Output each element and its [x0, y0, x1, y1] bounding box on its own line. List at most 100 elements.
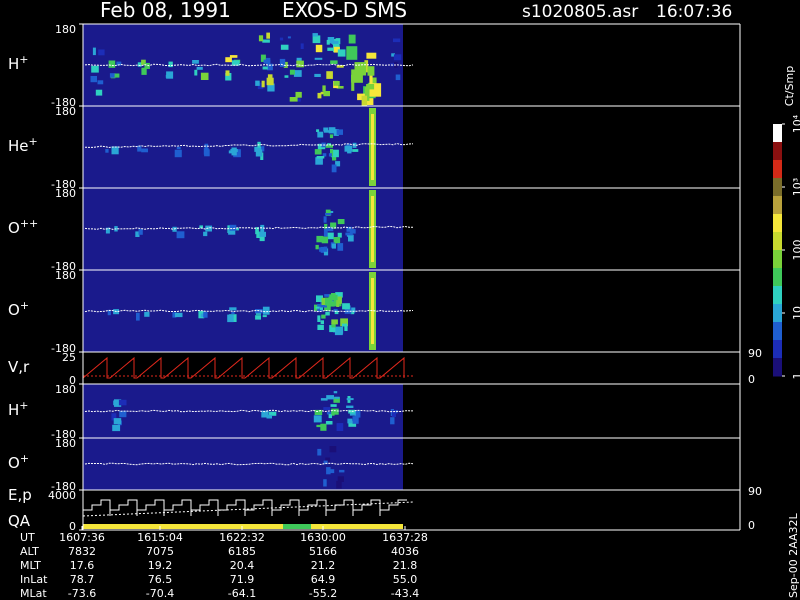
heatmap-cell	[255, 149, 263, 157]
heatmap-cell	[118, 399, 127, 406]
heatmap-band	[371, 114, 374, 180]
heatmap-cell	[331, 243, 336, 249]
heatmap-cell	[314, 149, 322, 155]
footer-cell: 19.2	[148, 559, 173, 572]
version-label: Sep-00 2AA32L	[787, 512, 800, 598]
heatmap-cell	[95, 89, 103, 96]
heatmap-cell	[317, 324, 324, 330]
y-tick-label: 180	[55, 187, 76, 200]
colorbar-swatch	[773, 322, 782, 341]
heatmap-cell	[325, 213, 332, 216]
panel-label: E,p	[8, 486, 32, 504]
heatmap-cell	[337, 49, 346, 57]
heatmap-cell	[297, 98, 301, 102]
colorbar-swatch	[773, 124, 782, 143]
heatmap-cell	[323, 407, 331, 411]
footer-cell: 4036	[391, 545, 419, 558]
heatmap-cell	[259, 231, 266, 237]
colorbar-swatch	[773, 340, 782, 359]
heatmap-cell	[334, 396, 340, 399]
heatmap-cell	[337, 243, 344, 251]
heatmap-cell	[331, 319, 338, 325]
heatmap-cell	[168, 61, 173, 68]
heatmap-cell	[263, 59, 271, 64]
heatmap-cell	[295, 91, 302, 98]
footer-cell: -43.4	[391, 587, 419, 600]
heatmap-cell	[314, 57, 323, 60]
panels: 180-180H+180-180He+180-180O++180-180O+25…	[8, 23, 762, 533]
heatmap-cell	[136, 312, 140, 321]
colorbar-swatch	[773, 178, 782, 197]
panel-6: 180-180H+	[8, 383, 741, 441]
heatmap-cell	[141, 148, 148, 153]
footer-cell: 6185	[228, 545, 256, 558]
heatmap-cell	[289, 69, 295, 75]
heatmap-cell	[266, 77, 274, 86]
heatmap-cell	[316, 156, 325, 159]
footer-cell: 64.9	[311, 573, 336, 586]
colorbar-swatch	[773, 304, 782, 323]
right-tick-label: 90	[748, 347, 762, 360]
heatmap-cell	[293, 70, 302, 77]
footer-cell: 21.8	[393, 559, 418, 572]
footer-cell: 76.5	[148, 573, 173, 586]
heatmap-cell	[105, 149, 109, 153]
footer-row-label: UT	[20, 531, 35, 544]
y-tick-label: 180	[55, 383, 76, 396]
y-tick-label: 25	[62, 351, 76, 364]
footer-row-label: InLat	[20, 573, 48, 586]
colorbar-tick-label: 10³	[791, 178, 800, 196]
heatmap-cell	[395, 74, 401, 81]
heatmap-cell	[280, 44, 289, 50]
heatmap-cell	[390, 417, 395, 425]
heatmap-cell	[336, 480, 342, 489]
heatmap-cell	[314, 73, 321, 77]
colorbar-tick-label: 10⁴	[791, 114, 800, 133]
heatmap-cell	[90, 76, 97, 83]
heatmap-cell	[323, 127, 329, 132]
heatmap-cell	[300, 43, 304, 49]
heatmap-cell	[344, 324, 348, 331]
heatmap-cell	[261, 80, 265, 88]
heatmap-cell	[229, 307, 237, 311]
panel-4: 180-180O+	[8, 269, 741, 355]
heatmap-cell	[325, 311, 330, 316]
heatmap-cell	[113, 400, 120, 406]
heatmap-cell	[203, 311, 208, 318]
heatmap-cell	[348, 34, 356, 44]
footer-cell: 1630:00	[300, 531, 346, 544]
heatmap-cell	[314, 409, 323, 415]
panel-label: H+	[8, 53, 29, 73]
qa-bar-segment	[283, 524, 311, 529]
heatmap-cell	[339, 469, 345, 473]
heatmap-cell	[279, 37, 284, 41]
heatmap-cell	[323, 228, 328, 237]
heatmap-cell	[337, 476, 344, 482]
heatmap-cell	[326, 71, 333, 79]
heatmap-cell	[113, 418, 122, 425]
qa-bar	[83, 524, 403, 529]
heatmap-cell	[347, 150, 352, 154]
colorbar-swatch	[773, 286, 782, 305]
footer-cell: 5166	[309, 545, 337, 558]
heatmap-cell	[229, 224, 237, 231]
colorbar-swatch	[773, 160, 782, 179]
panel-5: 250900V,r	[8, 347, 762, 387]
heatmap-cell	[111, 146, 119, 155]
heatmap-cell	[205, 225, 212, 232]
heatmap-cell	[325, 297, 333, 306]
heatmap-cell	[119, 410, 127, 418]
footer-cell: 1637:28	[382, 531, 428, 544]
heatmap-cell	[262, 39, 270, 43]
heatmap-cell	[336, 423, 344, 431]
heatmap-cell	[320, 423, 327, 431]
heatmap-cell	[326, 467, 331, 475]
heatmap-cell	[317, 131, 324, 138]
heatmap-cell	[323, 479, 327, 487]
heatmap-cell	[176, 146, 181, 150]
heatmap-cell	[323, 91, 330, 97]
heatmap-cell	[317, 92, 322, 99]
y-tick-label: 180	[55, 437, 76, 450]
heatmap-cell	[321, 314, 326, 319]
header: Feb 08, 1991 EXOS-D SMS s1020805.asr 16:…	[100, 0, 732, 22]
